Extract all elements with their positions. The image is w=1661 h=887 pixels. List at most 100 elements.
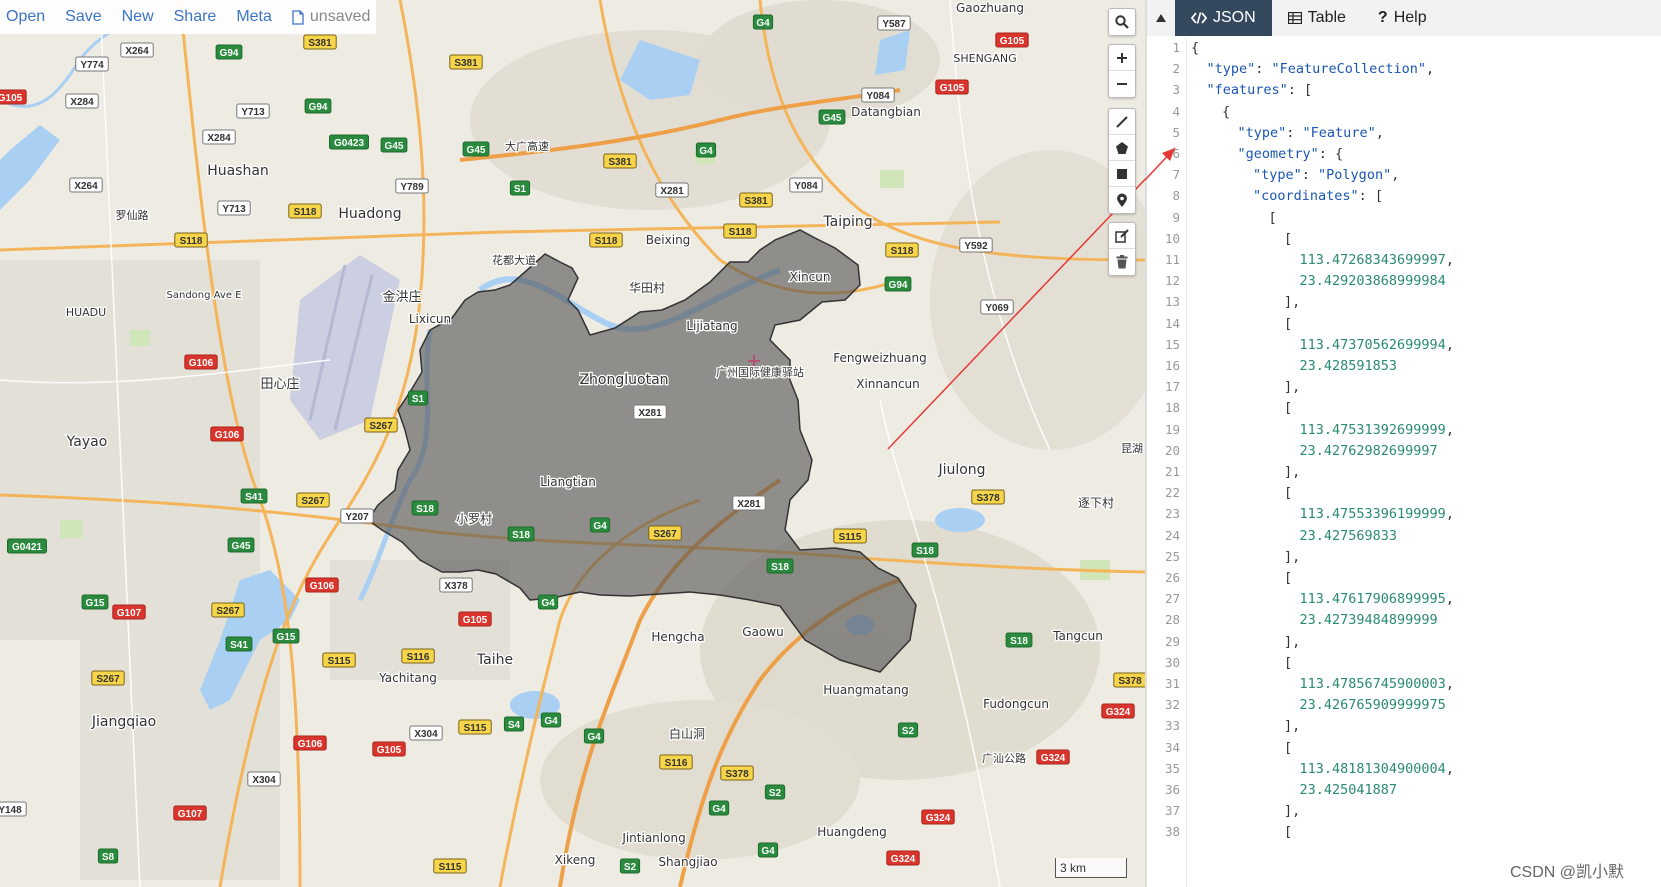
line-number: 7	[1172, 167, 1180, 183]
svg-text:G324: G324	[891, 854, 916, 865]
share-menu-item[interactable]: Share	[174, 8, 217, 26]
place-label: Datangbian	[851, 105, 921, 119]
svg-text:S1: S1	[514, 184, 527, 195]
edit-icon	[1115, 228, 1129, 243]
tab-table[interactable]: Table	[1272, 0, 1362, 36]
delete-layers-button[interactable]	[1109, 249, 1135, 275]
code-line: [	[1284, 485, 1292, 501]
road-shield: G105	[458, 611, 492, 627]
open-menu-item[interactable]: Open	[6, 8, 45, 26]
svg-text:G107: G107	[178, 809, 203, 820]
code-token: ],	[1284, 718, 1301, 735]
place-label: Xikeng	[555, 853, 596, 867]
code-token: 23.427569833	[1299, 527, 1398, 544]
tab-help[interactable]: ? Help	[1362, 0, 1443, 36]
tab-table-label: Table	[1307, 9, 1346, 26]
code-token: [	[1284, 824, 1293, 841]
zoom-out-button[interactable]	[1109, 71, 1135, 97]
place-label: Sandong Ave E	[167, 290, 242, 301]
code-token: 113.47856745900003	[1299, 676, 1446, 692]
code-line: 113.47268343699997,	[1300, 252, 1454, 268]
road-shield: G107	[173, 805, 207, 821]
tab-json[interactable]: JSON	[1175, 0, 1272, 36]
code-line: 113.47856745900003,	[1300, 676, 1454, 692]
place-label: Yachitang	[378, 671, 437, 685]
map-view[interactable]: S381 S381 S381 S381 S118 S118 S118 S118 S118 S267…	[0, 0, 1145, 887]
meta-menu-item[interactable]: Meta	[236, 8, 272, 26]
svg-text:G4: G4	[587, 732, 601, 743]
draw-line-button[interactable]	[1109, 109, 1135, 135]
line-number-gutter: 1 2 3 4 5 6 7 8 9 10 11 12 13 14 15 16 17 18 19 20 21 22 23 24 2…	[1147, 38, 1187, 887]
code-line: 23.42739484899999	[1300, 612, 1438, 628]
save-menu-item[interactable]: Save	[65, 8, 101, 26]
code-token: "coordinates"	[1253, 188, 1359, 205]
line-number: 21	[1164, 464, 1180, 479]
search-button[interactable]	[1109, 9, 1135, 35]
svg-text:S381: S381	[608, 157, 632, 168]
road-shield: G107	[112, 604, 146, 620]
road-shield: S381	[303, 34, 337, 50]
svg-text:Y713: Y713	[241, 107, 265, 118]
new-menu-item[interactable]: New	[122, 8, 154, 26]
road-shield: G105	[0, 89, 27, 105]
road-shield: S2	[764, 784, 786, 800]
road-shield: G45	[818, 109, 846, 125]
road-shield: X378	[439, 577, 473, 593]
draw-marker-button[interactable]	[1109, 187, 1135, 213]
road-shield: S118	[885, 242, 919, 258]
collapse-panel-button[interactable]	[1147, 0, 1175, 36]
road-shield: G4	[583, 728, 605, 744]
code-line: "type": "Polygon",	[1253, 167, 1399, 183]
road-shield: S378	[1113, 672, 1145, 688]
code-token: [	[1268, 209, 1277, 226]
json-editor[interactable]: 1 2 3 4 5 6 7 8 9 10 11 12 13 14 15 16 17 18 19 20 21 22 23 24 2…	[1147, 38, 1661, 887]
road-shield: X304	[409, 725, 443, 741]
code-token: 113.47370562699994	[1299, 336, 1446, 353]
place-label: HUADU	[66, 306, 106, 319]
map-canvas[interactable]: S381 S381 S381 S381 S118 S118 S118 S118 S118 S267…	[0, 0, 1145, 887]
code-token: 113.47617906899995	[1299, 591, 1446, 608]
svg-text:G4: G4	[541, 598, 555, 609]
line-number: 6	[1172, 146, 1180, 161]
code-token: ],	[1284, 294, 1301, 311]
place-label: 罗仙路	[116, 209, 149, 222]
svg-text:G0421: G0421	[12, 542, 42, 553]
road-shield: S116	[401, 648, 435, 664]
svg-text:G106: G106	[298, 739, 323, 750]
place-label: Xinnancun	[856, 377, 920, 391]
question-icon: ?	[1377, 9, 1388, 26]
svg-text:G105: G105	[940, 83, 965, 94]
code-token: ,	[1445, 676, 1454, 692]
road-shield: S18	[911, 542, 939, 558]
place-label: Zhongluotan	[579, 372, 668, 388]
draw-rectangle-button[interactable]	[1109, 161, 1135, 187]
place-label: Lijiatang	[686, 319, 737, 333]
rectangle-icon	[1117, 168, 1127, 179]
road-shield: Y592	[959, 237, 993, 253]
road-shield: S2	[897, 722, 919, 738]
line-number: 15	[1164, 336, 1180, 352]
code-line: 113.47617906899995,	[1300, 591, 1454, 607]
code-token: ],	[1284, 379, 1301, 396]
edit-layers-button[interactable]	[1109, 223, 1135, 249]
plus-icon	[1117, 52, 1127, 63]
line-number: 12	[1164, 273, 1180, 289]
road-shield: G94	[884, 276, 912, 292]
code-token: ,	[1425, 61, 1435, 78]
svg-text:G106: G106	[215, 430, 240, 441]
code-token: ,	[1445, 336, 1454, 353]
road-shield: S18	[411, 500, 439, 516]
zoom-in-button[interactable]	[1109, 45, 1135, 71]
top-menu: Open Save New Share Meta unsaved	[0, 0, 377, 34]
line-number: 20	[1164, 442, 1180, 458]
svg-text:Y587: Y587	[882, 19, 906, 30]
code-token: 23.42739484899999	[1299, 612, 1438, 629]
code-line: 113.47531392699999,	[1300, 422, 1454, 438]
line-number: 36	[1164, 782, 1180, 797]
svg-text:G94: G94	[309, 102, 328, 113]
svg-text:Y592: Y592	[964, 241, 988, 252]
draw-polygon-button[interactable]	[1109, 135, 1135, 161]
line-number: 32	[1164, 697, 1180, 713]
svg-text:X304: X304	[414, 729, 438, 740]
line-number: 35	[1164, 760, 1180, 776]
